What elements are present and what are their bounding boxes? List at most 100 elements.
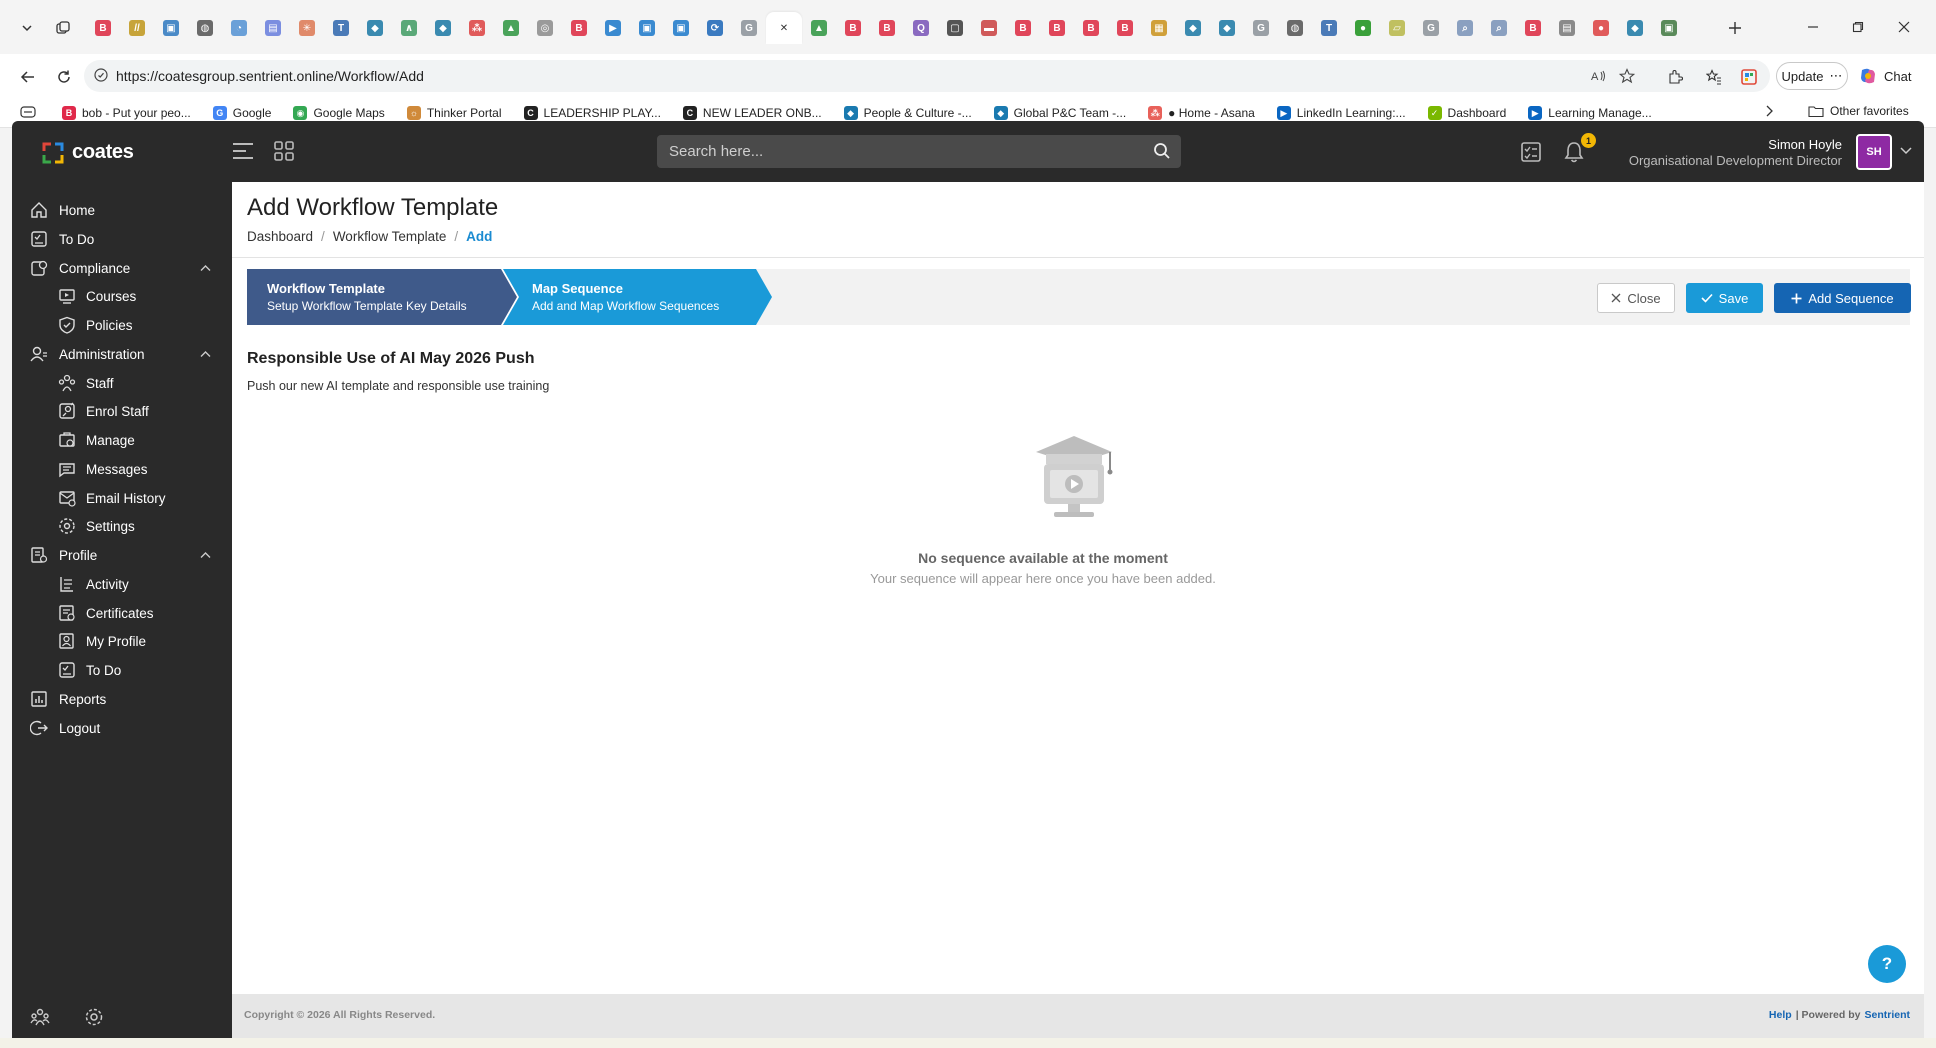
update-button[interactable]: Update ⋯ xyxy=(1776,62,1848,90)
favorite-link[interactable]: C NEW LEADER ONB... xyxy=(682,104,822,122)
close-tab-icon[interactable]: ✕ xyxy=(776,20,792,36)
close-button[interactable]: Close xyxy=(1597,283,1675,313)
browser-tab[interactable]: ▲ xyxy=(802,12,836,44)
browser-tab[interactable]: ◆ xyxy=(1210,12,1244,44)
reading-list-icon[interactable] xyxy=(20,105,36,119)
minimize-button[interactable] xyxy=(1793,12,1833,42)
sidebar-item-compliance[interactable]: Compliance xyxy=(12,252,232,284)
browser-tab[interactable]: G xyxy=(732,12,766,44)
help-button[interactable]: ? xyxy=(1868,945,1906,983)
favorite-link[interactable]: C LEADERSHIP PLAY... xyxy=(523,104,661,122)
browser-tab[interactable]: ▣ xyxy=(1652,12,1686,44)
browser-tab[interactable]: ▱ xyxy=(1380,12,1414,44)
sidebar-item-settings[interactable]: Settings xyxy=(12,510,232,542)
favorite-link[interactable]: ◆ People & Culture -... xyxy=(843,104,972,122)
new-tab-button[interactable] xyxy=(1720,14,1750,42)
sidebar-item-courses[interactable]: Courses xyxy=(12,280,232,312)
sidebar-item-staff[interactable]: Staff xyxy=(12,367,232,399)
search-input[interactable] xyxy=(669,135,1129,168)
lock-icon[interactable] xyxy=(94,68,108,82)
chevron-up-icon[interactable] xyxy=(200,350,211,358)
browser-tab[interactable]: ● xyxy=(1346,12,1380,44)
avatar[interactable]: SH xyxy=(1856,134,1892,170)
chevron-up-icon[interactable] xyxy=(200,264,211,272)
browser-tab[interactable]: ▣ xyxy=(664,12,698,44)
browser-tab[interactable]: ◍ xyxy=(188,12,222,44)
browser-tab[interactable]: B xyxy=(1074,12,1108,44)
browser-tab[interactable]: ◔ xyxy=(222,12,256,44)
browser-tab[interactable]: B xyxy=(1516,12,1550,44)
favorite-link[interactable]: ⁂ ● Home - Asana xyxy=(1148,104,1255,122)
chevron-up-icon[interactable] xyxy=(200,551,211,559)
browser-tab[interactable]: ▤ xyxy=(1550,12,1584,44)
apps-grid-icon[interactable] xyxy=(273,140,295,162)
search-icon[interactable] xyxy=(1153,142,1171,160)
tasks-checklist-icon[interactable] xyxy=(1520,141,1542,163)
browser-tab[interactable]: ⌕ xyxy=(1482,12,1516,44)
user-name[interactable]: Simon Hoyle xyxy=(1768,137,1842,152)
add-sequence-button[interactable]: Add Sequence xyxy=(1774,283,1911,313)
sentrient-link[interactable]: Sentrient xyxy=(1864,1009,1910,1021)
browser-tab[interactable]: ▣ xyxy=(630,12,664,44)
browser-tab[interactable]: ▣ xyxy=(154,12,188,44)
sidebar-item-logout[interactable]: Logout xyxy=(12,712,232,744)
back-button[interactable] xyxy=(14,63,42,91)
browser-tab[interactable]: ⟳ xyxy=(698,12,732,44)
browser-tab[interactable]: B xyxy=(86,12,120,44)
favorite-link[interactable]: ▶ LinkedIn Learning:... xyxy=(1276,104,1406,122)
address-bar[interactable]: https://coatesgroup.sentrient.online/Wor… xyxy=(84,60,1770,92)
browser-tab[interactable]: ◆ xyxy=(358,12,392,44)
sidebar-item-activity[interactable]: Activity xyxy=(12,568,232,600)
favorite-link[interactable]: G Google xyxy=(212,104,271,122)
browser-tab[interactable]: ● xyxy=(1584,12,1618,44)
breadcrumb-dashboard[interactable]: Dashboard xyxy=(247,229,313,244)
browser-tab[interactable]: ◆ xyxy=(1618,12,1652,44)
browser-tab[interactable]: ◆ xyxy=(1176,12,1210,44)
other-favorites-folder[interactable]: Other favorites xyxy=(1808,104,1909,118)
sidebar-item-policies[interactable]: Policies xyxy=(12,309,232,341)
step-map-sequence[interactable]: Map Sequence Add and Map Workflow Sequen… xyxy=(502,269,772,325)
sidebar-item-my-profile[interactable]: My Profile xyxy=(12,625,232,657)
gear-icon[interactable] xyxy=(84,1007,104,1027)
read-aloud-icon[interactable]: A xyxy=(1588,66,1610,86)
hamburger-menu-icon[interactable] xyxy=(231,140,255,162)
browser-tab[interactable]: ▦ xyxy=(1142,12,1176,44)
sidebar-item-reports[interactable]: Reports xyxy=(12,683,232,715)
sidebar-item-manage[interactable]: Manage xyxy=(12,424,232,456)
browser-tab[interactable]: B xyxy=(1040,12,1074,44)
save-button[interactable]: Save xyxy=(1686,283,1763,313)
sidebar-item-to-do[interactable]: To Do xyxy=(12,223,232,255)
sidebar-item-enrol-staff[interactable]: Enrol Staff xyxy=(12,395,232,427)
coates-logo[interactable]: coates xyxy=(42,141,134,164)
sidebar-item-profile[interactable]: Profile xyxy=(12,539,232,571)
browser-tab[interactable]: B xyxy=(1006,12,1040,44)
restore-button[interactable] xyxy=(1838,12,1878,42)
sidebar-item-administration[interactable]: Administration xyxy=(12,338,232,370)
active-tab[interactable]: ✕ xyxy=(766,12,802,44)
chevron-right-icon[interactable] xyxy=(1764,104,1774,118)
browser-tab[interactable]: ◍ xyxy=(1278,12,1312,44)
browser-tab[interactable]: ◎ xyxy=(528,12,562,44)
help-link[interactable]: Help xyxy=(1769,1009,1792,1021)
close-window-button[interactable] xyxy=(1884,12,1924,42)
refresh-button[interactable] xyxy=(50,63,78,91)
browser-tab[interactable]: ⌕ xyxy=(1448,12,1482,44)
browser-tab[interactable]: T xyxy=(324,12,358,44)
browser-tab[interactable]: ✳ xyxy=(290,12,324,44)
favorite-link[interactable]: ▶ Learning Manage... xyxy=(1528,104,1652,122)
browser-tab[interactable]: ∧ xyxy=(392,12,426,44)
favorite-link[interactable]: ◉ Google Maps xyxy=(293,104,385,122)
browser-tab[interactable]: G xyxy=(1244,12,1278,44)
browser-tab[interactable]: ▲ xyxy=(494,12,528,44)
browser-tab[interactable]: ◆ xyxy=(426,12,460,44)
favorite-link[interactable]: ✓ Dashboard xyxy=(1427,104,1506,122)
tab-actions-menu-icon[interactable] xyxy=(12,14,42,42)
chevron-down-icon[interactable] xyxy=(1900,146,1912,156)
sidebar-item-home[interactable]: Home xyxy=(12,194,232,226)
browser-tab[interactable]: B xyxy=(1108,12,1142,44)
browser-tab[interactable]: B xyxy=(562,12,596,44)
browser-tab[interactable]: // xyxy=(120,12,154,44)
copilot-chat-button[interactable]: Chat xyxy=(1858,62,1911,90)
browser-tab[interactable]: B xyxy=(836,12,870,44)
browser-tab[interactable]: T xyxy=(1312,12,1346,44)
